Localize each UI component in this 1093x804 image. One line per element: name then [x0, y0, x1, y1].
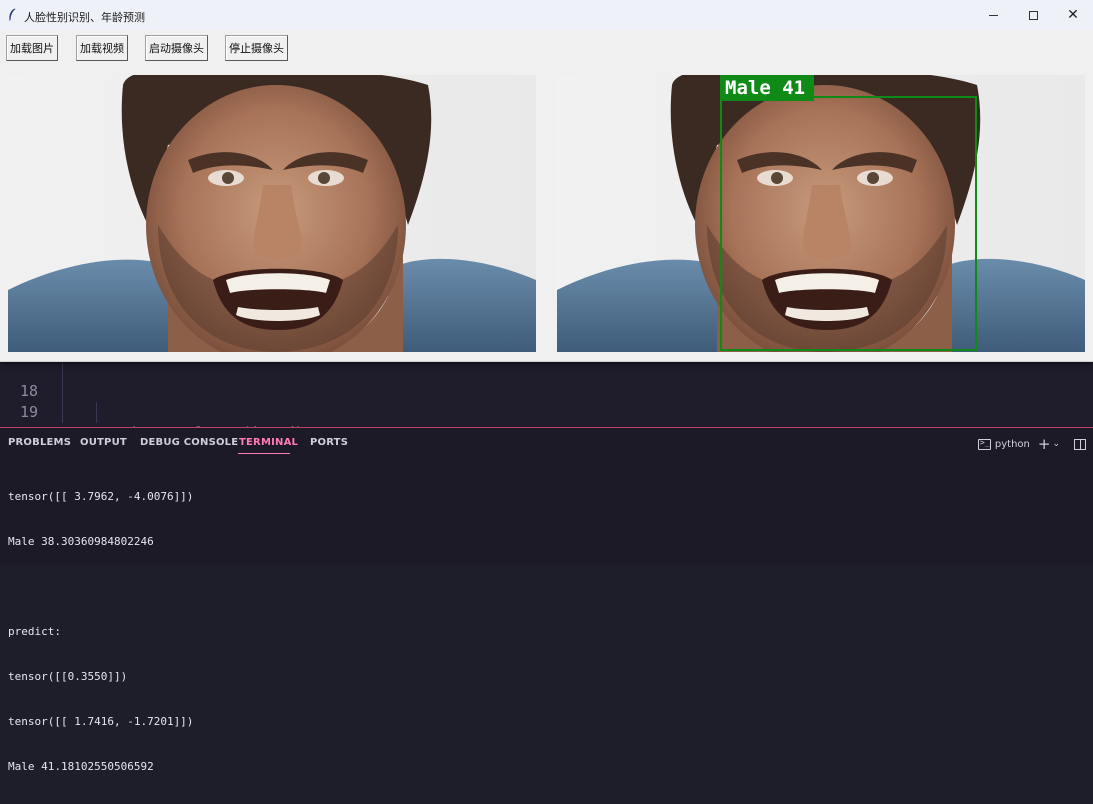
- load-image-button[interactable]: 加载图片: [6, 35, 58, 61]
- close-icon[interactable]: ✕: [1050, 0, 1093, 30]
- terminal-line: tensor([[ 1.7416, -1.7201]]): [8, 715, 194, 728]
- panel-tabs: PROBLEMS OUTPUT DEBUG CONSOLE TERMINAL P…: [0, 428, 1093, 458]
- terminal-line: Male 41.18102550506592: [8, 760, 154, 773]
- start-camera-button[interactable]: 启动摄像头: [145, 35, 208, 61]
- terminal-name[interactable]: python: [995, 439, 1030, 450]
- title-bar[interactable]: 人脸性别识别、年龄预测 ✕: [0, 0, 1093, 30]
- tab-ports[interactable]: PORTS: [310, 437, 348, 448]
- code-editor[interactable]: 18 torch.manual_seed(seed) 19 if torch.c…: [0, 360, 1093, 505]
- code-line-20: 20 torch.cuda.manual_seed(seed): [0, 402, 1093, 505]
- indent-guide: [96, 402, 97, 423]
- code-line-18: 18 torch.manual_seed(seed): [0, 360, 1093, 442]
- active-tab-indicator: [238, 453, 290, 454]
- stop-camera-button[interactable]: 停止摄像头: [225, 35, 288, 61]
- window-title: 人脸性别识别、年龄预测: [24, 11, 145, 24]
- indent-guide: [62, 360, 63, 381]
- new-terminal-plus-icon[interactable]: +: [1038, 436, 1051, 452]
- terminal-controls: python + ⌄: [977, 435, 1093, 453]
- terminal-output[interactable]: tensor([[ 3.7962, -4.0076]]) Male 38.303…: [8, 459, 193, 804]
- toolbar: 加载图片 加载视频 启动摄像头 停止摄像头: [0, 30, 1093, 70]
- indent-guide: [62, 402, 63, 423]
- tab-terminal[interactable]: TERMINAL: [239, 437, 298, 448]
- terminal-line: Male 38.30360984802246: [8, 535, 154, 548]
- face-bounding-box: [720, 96, 977, 351]
- original-image: [8, 75, 536, 352]
- terminal-line: predict:: [8, 625, 61, 638]
- split-terminal-icon[interactable]: [1074, 438, 1086, 450]
- indent-guide: [62, 381, 63, 402]
- code-line-19: 19 if torch.cuda.is_available():: [0, 381, 1093, 463]
- tab-problems[interactable]: PROBLEMS: [8, 437, 71, 448]
- terminal-line: tensor([[0.3550]]): [8, 670, 128, 683]
- feather-icon: [9, 8, 16, 21]
- terminal-icon[interactable]: [977, 438, 991, 450]
- tab-output[interactable]: OUTPUT: [80, 437, 127, 448]
- chevron-down-icon[interactable]: ⌄: [1052, 439, 1060, 449]
- detection-label: Male 41: [725, 77, 806, 99]
- load-video-button[interactable]: 加载视频: [76, 35, 128, 61]
- face-photo: [8, 75, 536, 352]
- bottom-panel: PROBLEMS OUTPUT DEBUG CONSOLE TERMINAL P…: [0, 428, 1093, 773]
- app-window: 人脸性别识别、年龄预测 ✕ 加载图片 加载视频 启动摄像头 停止摄像头 Male…: [0, 0, 1093, 362]
- tab-debug-console[interactable]: DEBUG CONSOLE: [140, 437, 238, 448]
- detected-image: Male 41: [557, 75, 1085, 352]
- terminal-line: tensor([[ 3.7962, -4.0076]]): [8, 490, 194, 503]
